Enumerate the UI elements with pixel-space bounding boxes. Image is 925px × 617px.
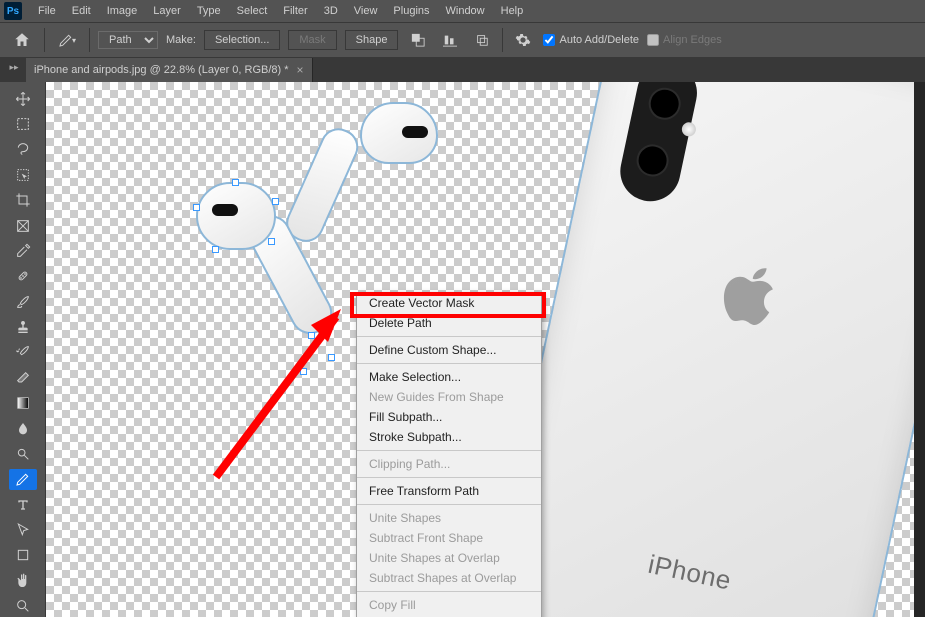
options-divider — [89, 28, 90, 52]
context-menu-item: Unite Shapes at Overlap — [357, 548, 541, 568]
options-divider — [44, 28, 45, 52]
options-bar: ▾ Path Make: Selection... Mask Shape Aut… — [0, 22, 925, 58]
menu-help[interactable]: Help — [493, 2, 532, 20]
stamp-tool[interactable] — [9, 316, 37, 337]
gear-icon[interactable] — [511, 28, 535, 52]
context-menu-item[interactable]: Stroke Subpath... — [357, 427, 541, 447]
document-tab-title: iPhone and airpods.jpg @ 22.8% (Layer 0,… — [34, 64, 289, 76]
menu-select[interactable]: Select — [229, 2, 276, 20]
context-menu-item[interactable]: Create Vector Mask — [357, 293, 541, 313]
path-mode-select[interactable]: Path — [98, 31, 158, 49]
workspace: iPhone Create Vector MaskDelete P — [0, 82, 925, 617]
shape-button[interactable]: Shape — [345, 30, 399, 50]
menu-window[interactable]: Window — [438, 2, 493, 20]
context-menu-separator — [357, 477, 541, 478]
canvas[interactable]: iPhone Create Vector MaskDelete P — [46, 82, 914, 617]
context-menu-item: Subtract Front Shape — [357, 528, 541, 548]
pen-tool-icon[interactable]: ▾ — [53, 28, 81, 52]
path-select-tool[interactable] — [9, 519, 37, 540]
menu-3d[interactable]: 3D — [316, 2, 346, 20]
move-tool[interactable] — [9, 88, 37, 109]
menu-type[interactable]: Type — [189, 2, 229, 20]
path-arrange-icon[interactable] — [470, 28, 494, 52]
pen-tool[interactable] — [9, 469, 37, 490]
frame-tool[interactable] — [9, 215, 37, 236]
brush-tool[interactable] — [9, 291, 37, 312]
align-edges-checkbox[interactable]: Align Edges — [647, 34, 722, 46]
dodge-tool[interactable] — [9, 443, 37, 464]
context-menu-item: Clipping Path... — [357, 454, 541, 474]
blur-tool[interactable] — [9, 418, 37, 439]
crop-tool[interactable] — [9, 190, 37, 211]
menu-image[interactable]: Image — [99, 2, 146, 20]
context-menu: Create Vector MaskDelete Path Define Cust… — [356, 292, 542, 617]
hand-tool[interactable] — [9, 570, 37, 591]
context-menu-item[interactable]: Make Selection... — [357, 367, 541, 387]
airpod-right — [326, 102, 436, 282]
context-menu-item: Subtract Shapes at Overlap — [357, 568, 541, 588]
context-menu-item[interactable]: Delete Path — [357, 313, 541, 333]
path-align-icon[interactable] — [438, 28, 462, 52]
context-menu-separator — [357, 363, 541, 364]
options-divider — [502, 28, 503, 52]
context-menu-item[interactable]: Fill Subpath... — [357, 407, 541, 427]
context-menu-separator — [357, 336, 541, 337]
object-select-tool[interactable] — [9, 164, 37, 185]
close-tab-icon[interactable]: × — [297, 63, 304, 77]
context-menu-item[interactable]: Define Custom Shape... — [357, 340, 541, 360]
gradient-tool[interactable] — [9, 393, 37, 414]
type-tool[interactable] — [9, 494, 37, 515]
context-menu-item: Copy Fill — [357, 595, 541, 615]
context-menu-separator — [357, 504, 541, 505]
heal-tool[interactable] — [9, 266, 37, 287]
menu-file[interactable]: File — [30, 2, 64, 20]
zoom-tool[interactable] — [9, 596, 37, 617]
ps-logo: Ps — [4, 2, 22, 20]
home-button[interactable] — [8, 28, 36, 52]
selection-button[interactable]: Selection... — [204, 30, 280, 50]
eyedropper-tool[interactable] — [9, 240, 37, 261]
mask-button[interactable]: Mask — [288, 30, 336, 50]
canvas-area[interactable]: iPhone Create Vector MaskDelete P — [46, 82, 925, 617]
make-label: Make: — [166, 34, 196, 46]
menu-plugins[interactable]: Plugins — [385, 2, 437, 20]
airpod-left-selected — [196, 182, 336, 382]
path-ops-icon[interactable] — [406, 28, 430, 52]
lasso-tool[interactable] — [9, 139, 37, 160]
history-brush-tool[interactable] — [9, 342, 37, 363]
context-menu-item: New Guides From Shape — [357, 387, 541, 407]
eraser-tool[interactable] — [9, 367, 37, 388]
menu-view[interactable]: View — [346, 2, 386, 20]
expand-panels-icon[interactable]: ▸▸ — [4, 62, 24, 73]
document-tab[interactable]: iPhone and airpods.jpg @ 22.8% (Layer 0,… — [26, 58, 313, 82]
context-menu-separator — [357, 450, 541, 451]
context-menu-separator — [357, 591, 541, 592]
shape-tool[interactable] — [9, 545, 37, 566]
tools-panel — [0, 82, 46, 617]
auto-add-delete-checkbox[interactable]: Auto Add/Delete — [543, 34, 639, 46]
menu-layer[interactable]: Layer — [145, 2, 189, 20]
menu-bar: Ps File Edit Image Layer Type Select Fil… — [0, 0, 925, 22]
menu-filter[interactable]: Filter — [275, 2, 315, 20]
menu-edit[interactable]: Edit — [64, 2, 99, 20]
context-menu-item: Unite Shapes — [357, 508, 541, 528]
marquee-tool[interactable] — [9, 113, 37, 134]
context-menu-item[interactable]: Free Transform Path — [357, 481, 541, 501]
document-tab-track: ▸▸ iPhone and airpods.jpg @ 22.8% (Layer… — [0, 58, 925, 82]
right-gutter — [914, 82, 925, 617]
